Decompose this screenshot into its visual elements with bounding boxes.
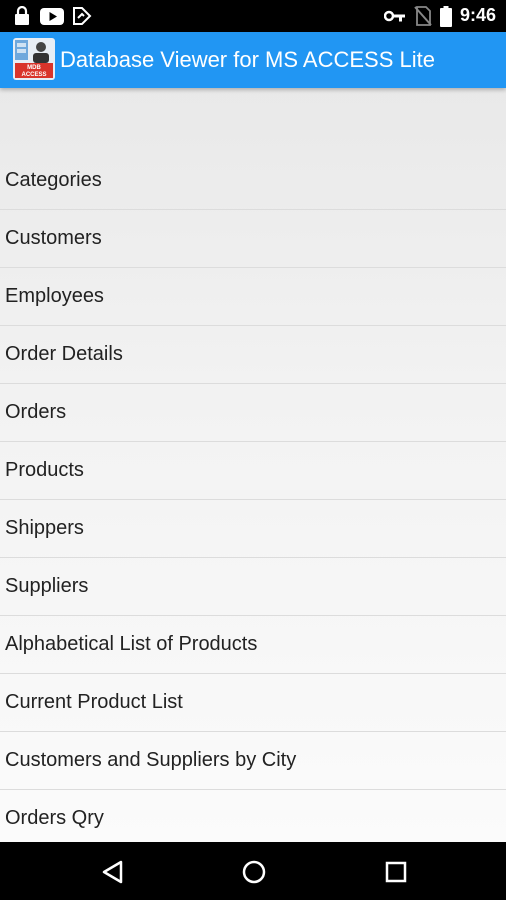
list-item-label: Customers and Suppliers by City xyxy=(5,749,297,771)
list-item-label: Current Product List xyxy=(5,691,183,713)
recents-icon[interactable] xyxy=(382,858,410,886)
svg-text:MDB: MDB xyxy=(27,65,41,71)
app-logo-icon: MDB ACCESS xyxy=(13,38,55,80)
vpn-key-icon xyxy=(384,10,405,22)
app-title: Database Viewer for MS ACCESS Lite xyxy=(60,47,435,72)
list-item[interactable]: Shippers xyxy=(0,500,506,558)
list-item[interactable]: Customers and Suppliers by City xyxy=(0,732,506,790)
lock-icon xyxy=(15,6,29,25)
list-item[interactable]: Customers xyxy=(0,210,506,268)
back-icon[interactable] xyxy=(99,858,127,886)
list-item-label: Orders xyxy=(5,401,67,423)
list-item[interactable]: Employees xyxy=(0,268,506,326)
list-item-label: Orders Qry xyxy=(5,807,104,829)
list-item-label: Products xyxy=(5,459,84,481)
list-item[interactable]: Categories xyxy=(0,152,506,210)
app-bar: MDB ACCESS Database Viewer for MS ACCESS… xyxy=(0,32,506,88)
list-item[interactable]: Current Product List xyxy=(0,674,506,732)
battery-icon xyxy=(440,6,452,27)
list-item[interactable]: Orders Qry xyxy=(0,790,506,842)
list-item[interactable]: Orders xyxy=(0,384,506,442)
list-item-label: Categories xyxy=(5,169,102,191)
list-item[interactable]: Alphabetical List of Products xyxy=(0,616,506,674)
list-item-label: Alphabetical List of Products xyxy=(5,633,258,655)
list-top-spacer xyxy=(0,88,506,152)
table-list: Categories Customers Employees Order Detail… xyxy=(0,88,506,842)
list-item[interactable]: Order Details xyxy=(0,326,506,384)
status-time: 9:46 xyxy=(459,5,496,25)
list-item-label: Shippers xyxy=(5,517,84,539)
list-item-label: Suppliers xyxy=(5,575,89,597)
list-item[interactable]: Suppliers xyxy=(0,558,506,616)
youtube-icon xyxy=(40,8,64,25)
list-item-label: Customers xyxy=(5,227,102,249)
list-item-label: Employees xyxy=(5,285,104,307)
svg-text:ACCESS: ACCESS xyxy=(21,72,46,78)
notification-icon xyxy=(73,7,92,25)
list-container: Categories Customers Employees Order Detail… xyxy=(0,152,506,842)
list-item-label: Order Details xyxy=(5,343,123,365)
home-icon[interactable] xyxy=(240,858,268,886)
navigation-bar xyxy=(0,842,506,900)
status-bar: 9:46 xyxy=(0,0,506,32)
list-item[interactable]: Products xyxy=(0,442,506,500)
no-sim-icon xyxy=(414,6,432,26)
